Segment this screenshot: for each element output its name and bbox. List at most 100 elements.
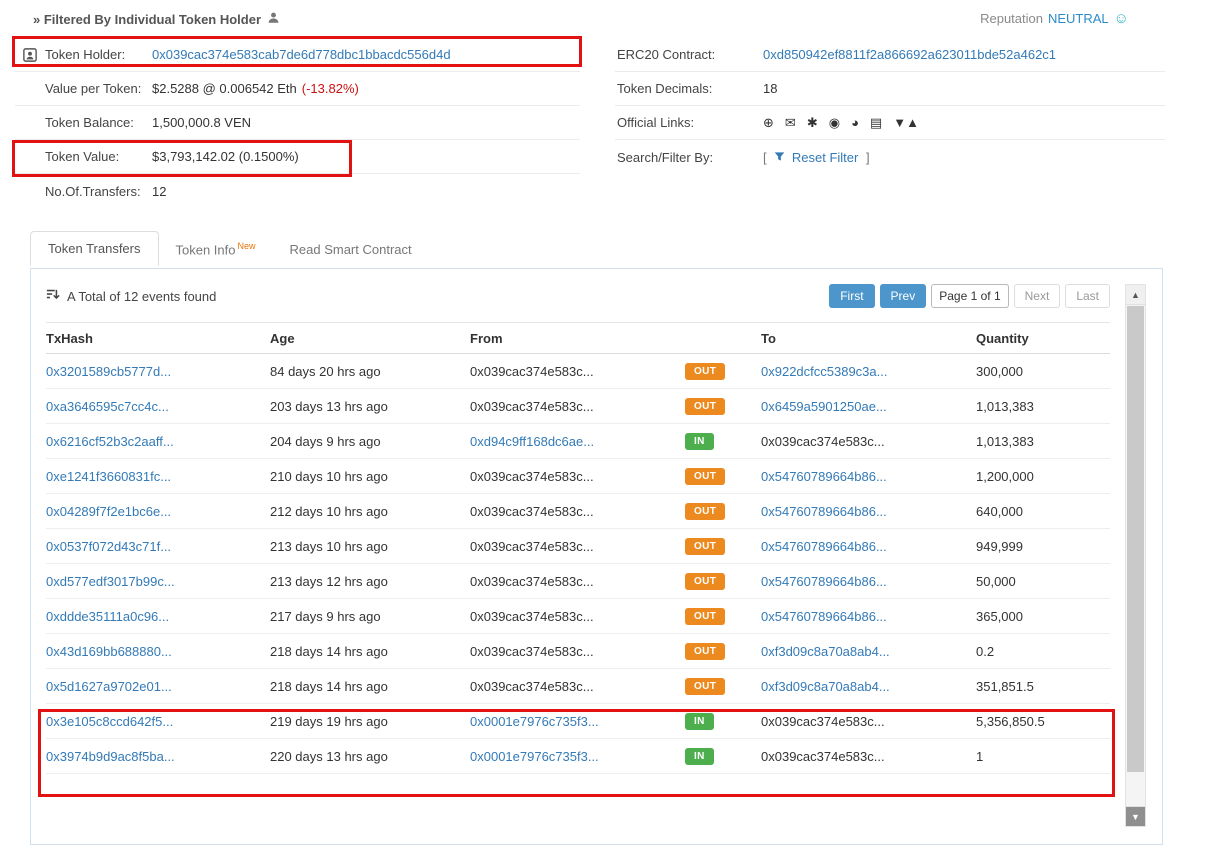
quantity-cell: 0.2 (976, 643, 995, 659)
token-value-label: Token Value: (45, 149, 120, 164)
tx-hash-link[interactable]: 0x5d1627a9702e01... (46, 679, 172, 694)
from-address: 0x039cac374e583c... (470, 608, 594, 624)
last-page-button[interactable]: Last (1065, 284, 1110, 308)
direction-badge: OUT (685, 573, 726, 590)
prev-page-button[interactable]: Prev (879, 284, 927, 308)
from-address: 0x039cac374e583c... (470, 398, 594, 414)
quantity-cell: 1 (976, 748, 984, 764)
age-cell: 204 days 9 hrs ago (270, 433, 381, 449)
transfers-table: TxHash Age From To Quantity 0x3201589cb5… (46, 322, 1110, 774)
token-balance-row: Token Balance: 1,500,000.8 VEN (15, 106, 580, 140)
from-address[interactable]: 0xd94c9ff168dc6ae... (470, 434, 594, 449)
tab-token-transfers[interactable]: Token Transfers (30, 231, 159, 266)
tx-hash-link[interactable]: 0xd577edf3017b99c... (46, 574, 175, 589)
quantity-cell: 949,999 (976, 538, 1023, 554)
token-holder-row: Token Holder: 0x039cac374e583cab7de6d778… (15, 38, 580, 72)
direction-badge: OUT (685, 398, 726, 415)
transfers-count-label: No.Of.Transfers: (45, 183, 141, 199)
to-address[interactable]: 0x54760789664b86... (761, 504, 887, 519)
tx-hash-link[interactable]: 0x04289f7f2e1bc6e... (46, 504, 171, 519)
quantity-cell: 1,013,383 (976, 398, 1034, 414)
direction-badge: OUT (685, 538, 726, 555)
tx-hash-link[interactable]: 0x43d169bb688880... (46, 644, 172, 659)
from-address[interactable]: 0x0001e7976c735f3... (470, 714, 599, 729)
to-address[interactable]: 0xf3d09c8a70a8ab4... (761, 679, 890, 694)
neutral-smiley-icon: ☺ (1113, 10, 1129, 27)
from-address: 0x039cac374e583c... (470, 678, 594, 694)
coingecko-icon[interactable]: ◕ (851, 115, 859, 130)
age-cell: 218 days 14 hrs ago (270, 678, 388, 694)
holder-summary: Token Holder: 0x039cac374e583cab7de6d778… (15, 38, 580, 208)
tab-token-info-label: Token Info (175, 242, 236, 257)
reputation-value[interactable]: NEUTRAL (1048, 11, 1109, 26)
token-value-value: $3,793,142.02 (0.1500%) (152, 149, 299, 164)
token-holder-address-link[interactable]: 0x039cac374e583cab7de6d778dbc1bbacdc556d… (152, 47, 451, 62)
scroll-down-icon[interactable]: ▼ (1126, 806, 1145, 826)
value-per-token-change: (-13.82%) (301, 81, 359, 96)
header-from: From (470, 330, 503, 346)
scrollbar-thumb[interactable] (1127, 306, 1144, 772)
tx-hash-link[interactable]: 0xa3646595c7cc4c... (46, 399, 169, 414)
tx-hash-link[interactable]: 0x3e105c8ccd642f5... (46, 714, 173, 729)
filter-open-bracket: [ (763, 149, 767, 165)
to-address[interactable]: 0x54760789664b86... (761, 574, 887, 589)
to-address: 0x039cac374e583c... (761, 713, 885, 729)
website-globe-icon[interactable]: ⊕ (763, 115, 774, 130)
tab-token-transfers-label: Token Transfers (48, 241, 141, 256)
funnel-filter-icon (774, 150, 789, 165)
quantity-cell: 1,200,000 (976, 468, 1034, 484)
official-links-row: Official Links: ⊕ ✉ ✱ ◉ ◕ ▤ ▼▲ (615, 106, 1165, 140)
breadcrumb: » Filtered By Individual Token Holder (33, 11, 280, 27)
tx-hash-link[interactable]: 0xe1241f3660831fc... (46, 469, 171, 484)
sort-icon (46, 288, 60, 305)
tx-hash-link[interactable]: 0x3974b9d9ac8f5ba... (46, 749, 175, 764)
reset-filter-link[interactable]: Reset Filter (792, 150, 858, 165)
events-count-text: A Total of 12 events found (67, 288, 217, 304)
email-icon[interactable]: ✉ (785, 115, 796, 130)
tx-hash-link[interactable]: 0x6216cf52b3c2aaff... (46, 434, 174, 449)
to-address[interactable]: 0x54760789664b86... (761, 609, 887, 624)
erc20-contract-row: ERC20 Contract: 0xd850942ef8811f2a866692… (615, 38, 1165, 72)
tx-hash-link[interactable]: 0x3201589cb5777d... (46, 364, 171, 379)
transfers-table-body: 0x3201589cb5777d... 84 days 20 hrs ago 0… (46, 354, 1110, 774)
token-decimals-label: Token Decimals: (617, 81, 713, 96)
next-page-button[interactable]: Next (1013, 284, 1061, 308)
tab-read-smart-contract[interactable]: Read Smart Contract (273, 233, 429, 266)
official-links-icons: ⊕ ✉ ✱ ◉ ◕ ▤ ▼▲ (763, 115, 930, 131)
age-cell: 219 days 19 hrs ago (270, 713, 388, 729)
from-address: 0x039cac374e583c... (470, 538, 594, 554)
tx-hash-link[interactable]: 0x0537f072d43c71f... (46, 539, 171, 554)
age-cell: 217 days 9 hrs ago (270, 608, 381, 624)
direction-badge: OUT (685, 678, 726, 695)
tx-hash-link[interactable]: 0xddde35111a0c96... (46, 609, 169, 624)
whitepaper-document-icon[interactable]: ▤ (870, 115, 882, 130)
to-address[interactable]: 0x922dcfcc5389c3a... (761, 364, 887, 379)
token-decimals-value: 18 (763, 81, 778, 96)
quantity-cell: 1,013,383 (976, 433, 1034, 449)
scroll-up-icon[interactable]: ▲ (1126, 285, 1145, 305)
tab-read-smart-contract-label: Read Smart Contract (289, 242, 412, 257)
token-holder-page: » Filtered By Individual Token Holder Re… (0, 0, 1207, 857)
to-address[interactable]: 0x6459a5901250ae... (761, 399, 887, 414)
to-address[interactable]: 0x54760789664b86... (761, 469, 887, 484)
first-page-button[interactable]: First (829, 284, 875, 308)
support-asterisk-icon[interactable]: ✱ (807, 115, 818, 130)
vertical-scrollbar[interactable]: ▲ ▼ (1125, 284, 1146, 827)
pagination: First Prev Page 1 of 1 Next Last (829, 284, 1110, 308)
forum-triangles-icon[interactable]: ▼▲ (893, 115, 919, 130)
tab-token-info[interactable]: Token Info New (159, 232, 273, 266)
to-address[interactable]: 0x54760789664b86... (761, 539, 887, 554)
erc20-contract-address-link[interactable]: 0xd850942ef8811f2a866692a623011bde52a462… (763, 47, 1056, 62)
direction-badge: IN (685, 713, 714, 730)
age-cell: 218 days 14 hrs ago (270, 643, 388, 659)
github-icon[interactable]: ◉ (829, 115, 840, 130)
from-address[interactable]: 0x0001e7976c735f3... (470, 749, 599, 764)
from-address: 0x039cac374e583c... (470, 363, 594, 379)
from-address: 0x039cac374e583c... (470, 468, 594, 484)
header-to: To (761, 330, 776, 346)
to-address[interactable]: 0xf3d09c8a70a8ab4... (761, 644, 890, 659)
person-icon (267, 11, 280, 27)
direction-badge: OUT (685, 608, 726, 625)
table-row: 0x3e105c8ccd642f5... 219 days 19 hrs ago… (46, 704, 1110, 739)
age-cell: 213 days 12 hrs ago (270, 573, 388, 589)
